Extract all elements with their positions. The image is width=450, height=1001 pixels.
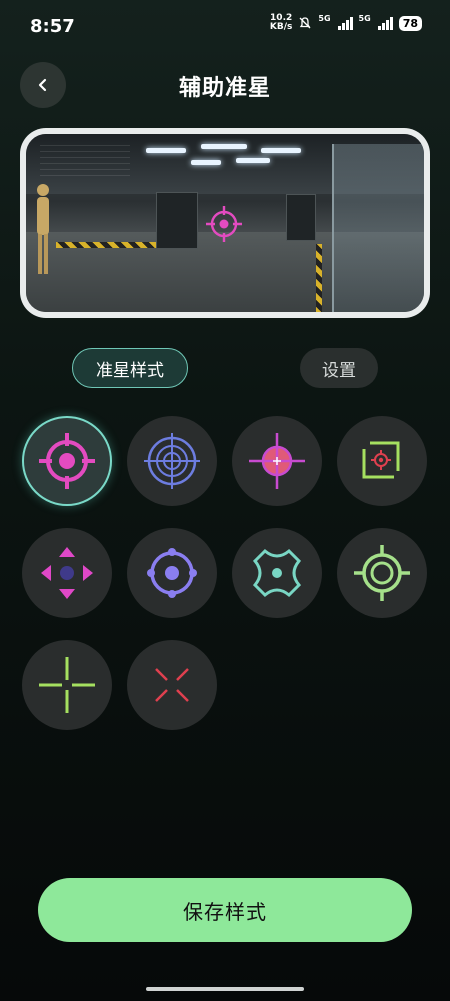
crosshair-option-9[interactable] xyxy=(22,640,112,730)
page-title: 辅助准星 xyxy=(178,76,271,101)
crosshair-dot-ring-icon xyxy=(39,433,95,489)
crosshair-option-4[interactable] xyxy=(337,416,427,506)
crosshair-option-7[interactable] xyxy=(232,528,322,618)
signal-1-icon xyxy=(337,16,353,30)
status-icons: 10.2 KB/s 5G 5G 78 xyxy=(270,14,422,32)
crosshair-option-6[interactable] xyxy=(127,528,217,618)
crosshair-double-ring-icon xyxy=(354,545,410,601)
tab-settings[interactable]: 设置 xyxy=(300,348,378,388)
clock: 8:57 xyxy=(30,16,75,37)
preview-crosshair-icon xyxy=(206,206,242,242)
signal-1-label: 5G xyxy=(318,14,331,23)
home-indicator[interactable] xyxy=(146,987,304,991)
network-speed: 10.2 KB/s xyxy=(269,13,293,32)
crosshair-option-8[interactable] xyxy=(337,528,427,618)
crosshair-option-10[interactable] xyxy=(127,640,217,730)
crosshair-clover-icon xyxy=(252,548,302,598)
crosshair-radar-icon xyxy=(144,433,200,489)
signal-2-label: 5G xyxy=(358,14,371,23)
crosshair-option-5[interactable] xyxy=(22,528,112,618)
crosshair-x-icon xyxy=(155,668,189,702)
crosshair-plus-icon xyxy=(39,657,95,713)
hud-overlay xyxy=(40,140,130,176)
status-bar: 8:57 10.2 KB/s 5G 5G 78 xyxy=(0,0,450,52)
game-preview-image xyxy=(26,134,424,312)
battery-indicator: 78 xyxy=(398,15,422,31)
crosshair-square-icon xyxy=(362,441,400,479)
crosshair-circle-plus-icon xyxy=(249,433,305,489)
crosshair-option-3[interactable] xyxy=(232,416,322,506)
crosshair-circle-dot-icon xyxy=(147,548,197,598)
save-style-button[interactable]: 保存样式 xyxy=(38,878,412,942)
preview-frame xyxy=(20,128,430,318)
tab-crosshair-style[interactable]: 准星样式 xyxy=(72,348,188,388)
crosshair-arrows-dot-icon xyxy=(41,547,93,599)
signal-2-icon xyxy=(377,16,393,30)
crosshair-option-2[interactable] xyxy=(127,416,217,506)
bell-muted-icon xyxy=(299,17,311,29)
crosshair-option-1[interactable] xyxy=(22,416,112,506)
